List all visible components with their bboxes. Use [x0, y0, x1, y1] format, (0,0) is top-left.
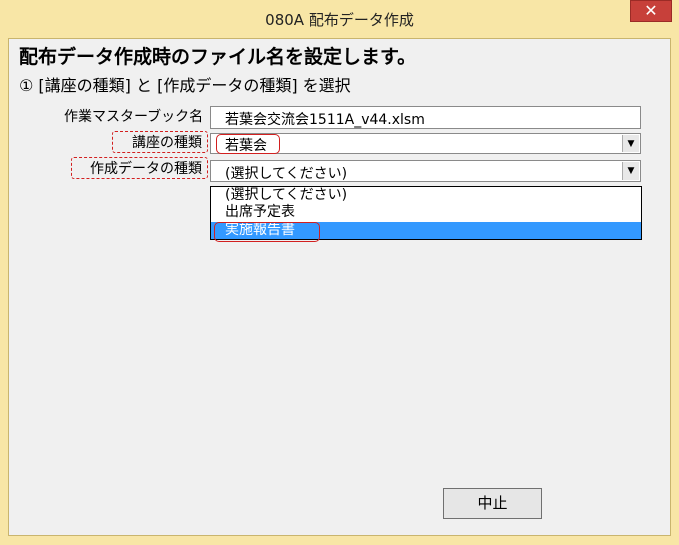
workbook-label: 作業マスターブック名 — [64, 109, 204, 125]
selected-option-highlight — [214, 222, 320, 242]
dialog-body: 配布データ作成時のファイル名を設定します。 ① [講座の種類] と [作成データ… — [8, 38, 671, 536]
data-type-label: 作成データの種類 — [90, 161, 202, 177]
close-button[interactable]: ✕ — [630, 0, 672, 22]
dropdown-option[interactable]: 出席予定表 — [211, 204, 641, 221]
dropdown-option[interactable]: (選択してください) — [211, 187, 641, 204]
cancel-button[interactable]: 中止 — [443, 488, 542, 519]
instruction-text: ① [講座の種類] と [作成データの種類] を選択 — [19, 76, 351, 95]
chevron-down-icon[interactable]: ▼ — [622, 135, 639, 152]
workbook-name-value: 若葉会交流会1511A_v44.xlsm — [225, 112, 425, 128]
course-type-value-highlight — [216, 134, 280, 154]
page-heading: 配布データ作成時のファイル名を設定します。 — [19, 46, 417, 68]
window-title: 080A 配布データ作成 — [265, 11, 414, 29]
data-type-select[interactable]: (選択してください) ▼ — [210, 160, 641, 182]
data-type-value: (選択してください) — [225, 166, 348, 182]
course-type-label: 講座の種類 — [132, 135, 202, 151]
title-bar: 080A 配布データ作成 ✕ — [0, 0, 679, 38]
workbook-name-field[interactable]: 若葉会交流会1511A_v44.xlsm — [210, 106, 641, 129]
close-icon: ✕ — [644, 1, 658, 20]
chevron-down-icon[interactable]: ▼ — [622, 162, 639, 180]
